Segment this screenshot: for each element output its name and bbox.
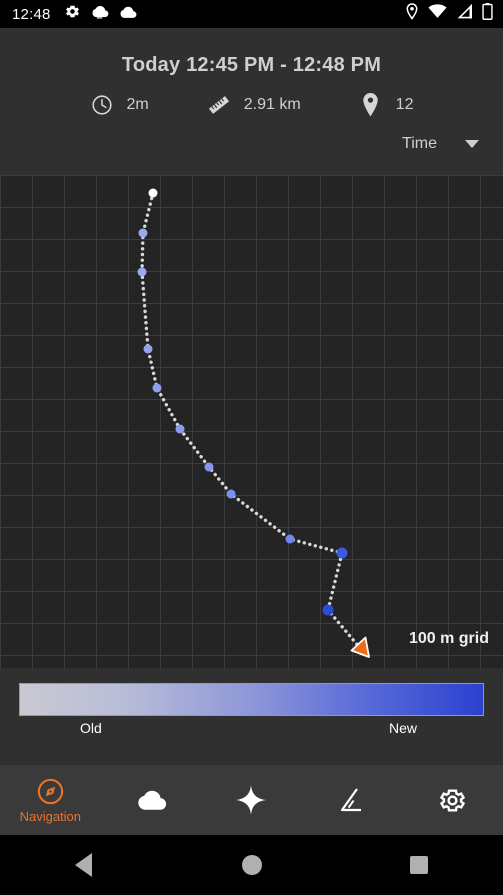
- location-pin-icon: [405, 3, 419, 25]
- track-point[interactable]: [322, 604, 334, 616]
- chevron-down-icon: [465, 140, 479, 148]
- track-point[interactable]: [336, 547, 348, 559]
- age-gradient-legend: Old New: [0, 668, 503, 765]
- gear-icon: [438, 785, 467, 815]
- back-triangle-icon: [75, 853, 93, 877]
- cellular-signal-icon: [456, 4, 473, 24]
- gradient-old-label: Old: [80, 720, 102, 736]
- track-point[interactable]: [137, 267, 147, 277]
- ruler-icon: [207, 93, 231, 117]
- android-navigation-bar: [0, 835, 503, 895]
- track-point[interactable]: [226, 489, 236, 499]
- home-circle-icon: [241, 855, 262, 875]
- nav-item-settings[interactable]: [402, 765, 503, 835]
- back-button[interactable]: [0, 853, 168, 877]
- angle-icon: [338, 785, 366, 815]
- trip-stats: 2m 2.91 km 12: [0, 93, 503, 117]
- system-status-bar: 12:48: [0, 0, 503, 28]
- track-point[interactable]: [143, 344, 153, 354]
- recents-button[interactable]: [335, 856, 503, 874]
- nav-item-navigation-label: Navigation: [19, 809, 82, 824]
- status-bar-system-icons: [405, 3, 493, 25]
- stat-waypoints-value: 12: [395, 96, 414, 113]
- map-pin-icon: [359, 93, 383, 117]
- stat-waypoints: 12: [359, 93, 414, 117]
- stat-distance-value: 2.91 km: [243, 96, 301, 113]
- stat-duration-value: 2m: [126, 96, 149, 113]
- track-map[interactable]: 100 m grid: [0, 175, 503, 668]
- status-bar-clock: 12:48: [12, 5, 51, 23]
- track-point[interactable]: [138, 228, 148, 238]
- gradient-labels: Old New: [0, 720, 503, 740]
- track-point[interactable]: [285, 534, 295, 544]
- stat-distance: 2.91 km: [207, 93, 301, 117]
- compass-icon: [37, 776, 64, 806]
- sort-selector-label: Time: [402, 135, 437, 152]
- nav-item-navigation[interactable]: Navigation: [0, 765, 101, 835]
- gear-icon: [64, 3, 81, 25]
- trip-header: Today 12:45 PM - 12:48 PM 2m 2.91 km 12 …: [0, 28, 503, 175]
- sort-selector[interactable]: Time: [0, 135, 503, 153]
- cloud-icon: [118, 5, 137, 23]
- track-points-layer: [0, 175, 503, 668]
- nav-item-weather[interactable]: [101, 765, 202, 835]
- gradient-new-label: New: [389, 720, 418, 736]
- track-start-point[interactable]: [148, 188, 158, 198]
- recents-square-icon: [410, 856, 429, 874]
- status-bar-notification-icons: [64, 3, 137, 25]
- sparkle-icon: [236, 785, 267, 815]
- stat-duration: 2m: [90, 93, 149, 117]
- app-root: 12:48 Today 12:45 PM - 12:48 PM 2m 2.91 …: [0, 0, 503, 895]
- nav-item-angle[interactable]: [302, 765, 403, 835]
- grid-scale-label: 100 m grid: [408, 630, 489, 647]
- nav-item-stars[interactable]: [201, 765, 302, 835]
- track-point[interactable]: [152, 383, 162, 393]
- track-point[interactable]: [175, 424, 185, 434]
- page-title: Today 12:45 PM - 12:48 PM: [121, 54, 382, 76]
- bottom-navigation-bar: Navigation: [0, 765, 503, 835]
- battery-icon: [482, 3, 493, 25]
- direction-arrow-marker[interactable]: [349, 636, 371, 660]
- cloud-filled-icon: [90, 4, 109, 24]
- clock-icon: [90, 93, 114, 117]
- cloud-icon: [135, 785, 167, 815]
- track-point[interactable]: [204, 462, 214, 472]
- wifi-icon: [428, 4, 447, 24]
- gradient-bar: [19, 683, 484, 716]
- home-button[interactable]: [168, 855, 336, 875]
